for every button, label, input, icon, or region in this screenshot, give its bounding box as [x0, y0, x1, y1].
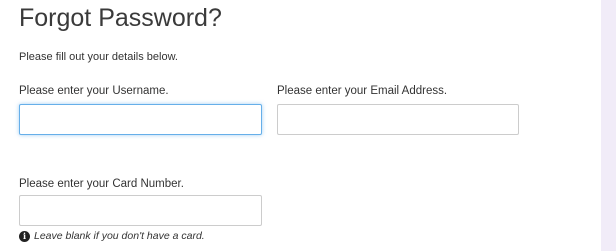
email-field[interactable] [277, 104, 519, 135]
email-label: Please enter your Email Address. [277, 85, 448, 97]
card-hint-text: Leave blank if you don't have a card. [34, 230, 205, 242]
card-number-label: Please enter your Card Number. [19, 178, 184, 190]
username-label: Please enter your Username. [19, 85, 169, 97]
card-hint: i Leave blank if you don't have a card. [19, 229, 205, 243]
page-subtitle: Please fill out your details below. [19, 51, 178, 63]
forgot-password-panel: Forgot Password? Please fill out your de… [0, 0, 601, 251]
info-icon: i [19, 230, 30, 242]
card-number-field[interactable] [19, 195, 262, 226]
username-field[interactable] [19, 104, 262, 135]
page-title: Forgot Password? [19, 4, 222, 32]
